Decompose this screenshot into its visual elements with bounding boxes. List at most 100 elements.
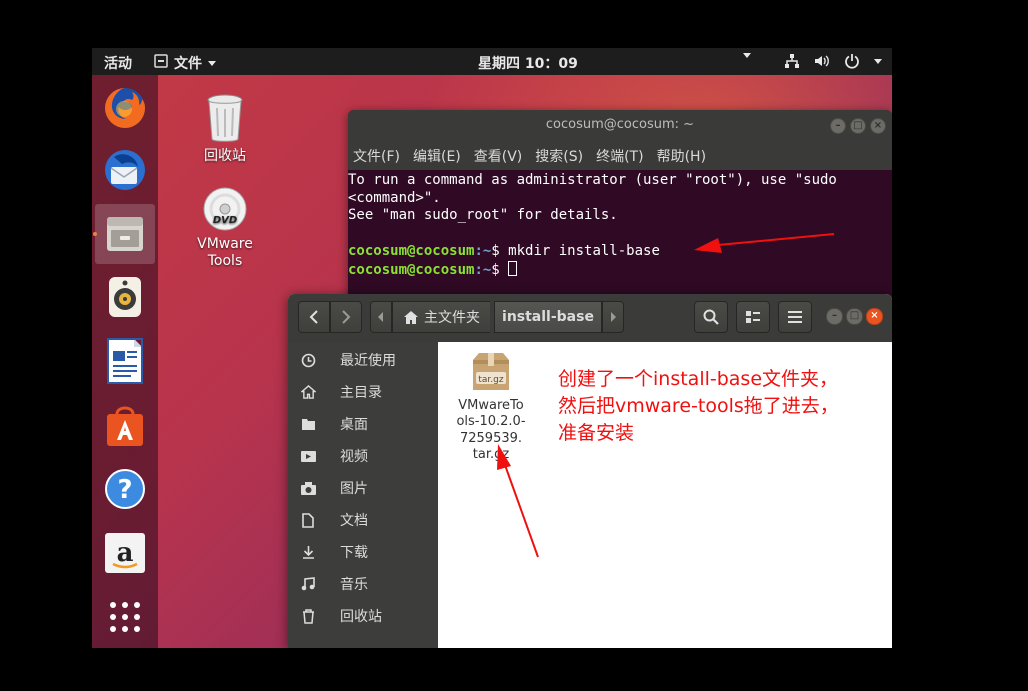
triangle-right-icon <box>611 312 616 322</box>
power-icon[interactable] <box>844 53 860 69</box>
svg-text:DVD: DVD <box>213 215 237 226</box>
command-line: cocosum@cocosum:~$ mkdir install-base <box>348 243 892 261</box>
dock-amazon[interactable]: a <box>95 523 155 583</box>
close-button[interactable]: × <box>870 118 886 134</box>
activities-button[interactable]: 活动 <box>104 53 132 73</box>
video-icon <box>288 450 328 462</box>
menu-button[interactable] <box>778 301 812 333</box>
menu-search[interactable]: 搜索(S) <box>535 146 583 170</box>
menu-view[interactable]: 查看(V) <box>474 146 523 170</box>
document-icon <box>288 512 328 528</box>
dock-help[interactable]: ? <box>95 459 155 519</box>
path-home-label: 主文件夹 <box>424 310 480 326</box>
chevron-left-icon <box>309 310 318 324</box>
menu-file[interactable]: 文件(F) <box>353 146 400 170</box>
home-icon <box>404 310 418 324</box>
chevron-right-icon <box>342 310 351 324</box>
terminal-output[interactable]: To run a command as administrator (user … <box>348 170 892 279</box>
archive-icon: tar.gz <box>473 353 509 390</box>
dock-writer[interactable] <box>95 331 155 391</box>
minimize-button[interactable]: – <box>830 118 846 134</box>
sidebar-item-videos[interactable]: 视频 <box>288 440 438 472</box>
volume-icon[interactable] <box>814 53 830 69</box>
top-bar: 活动 文件 星期四 10：09 <box>92 48 892 75</box>
active-prompt-line[interactable]: cocosum@cocosum:~$ <box>348 260 892 280</box>
sidebar-item-documents[interactable]: 文档 <box>288 504 438 536</box>
network-icon[interactable] <box>784 53 800 69</box>
file-name-line: VMwareTo <box>458 397 524 413</box>
app-menu-label: 文件 <box>174 56 202 72</box>
terminal-window[interactable]: cocosum@cocosum: ~ – □ × 文件(F) 编辑(E) 查看(… <box>348 110 892 310</box>
maximize-button[interactable]: □ <box>846 308 863 325</box>
output-line: To run a command as administrator (user … <box>348 172 837 188</box>
sidebar-label: 音乐 <box>340 577 368 593</box>
search-button[interactable] <box>694 301 728 333</box>
firefox-icon <box>105 88 145 128</box>
app-menu[interactable]: 文件 <box>154 53 216 73</box>
menu-edit[interactable]: 编辑(E) <box>413 146 461 170</box>
sidebar-label: 最近使用 <box>340 353 396 369</box>
maximize-button[interactable]: □ <box>850 118 866 134</box>
chevron-down-icon <box>208 60 216 66</box>
sidebar-label: 视频 <box>340 449 368 465</box>
sidebar-item-recent[interactable]: 最近使用 <box>288 344 438 376</box>
back-button[interactable] <box>298 301 330 333</box>
desktop-screen: 活动 文件 星期四 10：09 ? a 回收站 DVD VMware Tools… <box>92 48 892 648</box>
dock-software-center[interactable] <box>95 395 155 455</box>
sidebar-item-music[interactable]: 音乐 <box>288 568 438 600</box>
view-toggle-button[interactable] <box>736 301 770 333</box>
output-line: <command>". <box>348 189 441 206</box>
svg-text:a: a <box>117 538 134 568</box>
svg-text:tar.gz: tar.gz <box>478 375 503 385</box>
forward-button[interactable] <box>330 301 362 333</box>
desktop-vmware-tools[interactable]: DVD VMware Tools <box>180 186 270 270</box>
input-method-chevron-icon[interactable] <box>743 53 751 58</box>
menu-terminal[interactable]: 终端(T) <box>596 146 643 170</box>
path-current-button[interactable]: install-base <box>494 301 602 333</box>
dock-thunderbird[interactable] <box>95 140 155 200</box>
prompt-sign: $ <box>491 261 509 278</box>
sidebar-item-desktop[interactable]: 桌面 <box>288 408 438 440</box>
file-name-line: ols-10.2.0- <box>456 414 526 429</box>
dock-rhythmbox[interactable] <box>95 267 155 327</box>
sidebar-item-downloads[interactable]: 下载 <box>288 536 438 568</box>
help-icon: ? <box>105 469 145 509</box>
file-item-vmware-tools-archive[interactable]: tar.gz VMwareTo ols-10.2.0- 7259539. tar… <box>452 352 530 464</box>
system-tray[interactable] <box>784 53 882 69</box>
trash-icon <box>288 608 328 624</box>
sidebar-item-pictures[interactable]: 图片 <box>288 472 438 504</box>
prompt-user: cocosum@cocosum <box>348 261 475 278</box>
vmware-label-line2: Tools <box>207 253 243 269</box>
sidebar-item-trash[interactable]: 回收站 <box>288 600 438 632</box>
dock-files[interactable] <box>93 204 155 264</box>
amazon-icon: a <box>105 533 145 573</box>
desktop-trash[interactable]: 回收站 <box>180 92 270 165</box>
command-text: mkdir install-base <box>508 242 660 259</box>
sidebar-label: 桌面 <box>340 417 368 433</box>
dock-firefox[interactable] <box>95 78 155 138</box>
menu-help[interactable]: 帮助(H) <box>657 146 706 170</box>
file-manager-headerbar[interactable]: 主文件夹 install-base – □ × <box>288 294 892 342</box>
annotation-text: 创建了一个install-base文件夹， 然后把vmware-tools拖了进… <box>558 368 839 444</box>
download-icon <box>288 545 328 559</box>
file-name-line: 7259539. <box>459 430 523 446</box>
thunderbird-icon <box>105 150 145 190</box>
minimize-button[interactable]: – <box>826 308 843 325</box>
file-manager-window[interactable]: 主文件夹 install-base – □ × 最近使用 主目录 桌面 视频 图… <box>288 294 892 648</box>
file-view[interactable]: tar.gz VMwareTo ols-10.2.0- 7259539. tar… <box>438 342 892 648</box>
path-scroll-left[interactable] <box>370 301 392 333</box>
clock[interactable]: 星期四 10：09 <box>478 53 578 73</box>
prompt-path: :~ <box>474 242 492 259</box>
files-icon <box>107 217 143 251</box>
path-home-button[interactable]: 主文件夹 <box>392 301 490 333</box>
path-scroll-right[interactable] <box>602 301 624 333</box>
music-icon <box>288 577 328 591</box>
close-button[interactable]: × <box>866 308 883 325</box>
terminal-titlebar[interactable]: cocosum@cocosum: ~ – □ × <box>348 110 892 140</box>
dock-show-apps[interactable] <box>95 587 155 647</box>
svg-text:?: ? <box>117 475 132 505</box>
system-menu-chevron-icon[interactable] <box>874 58 882 64</box>
sidebar-item-home[interactable]: 主目录 <box>288 376 438 408</box>
home-icon <box>288 385 328 399</box>
path-current-label: install-base <box>502 309 594 325</box>
